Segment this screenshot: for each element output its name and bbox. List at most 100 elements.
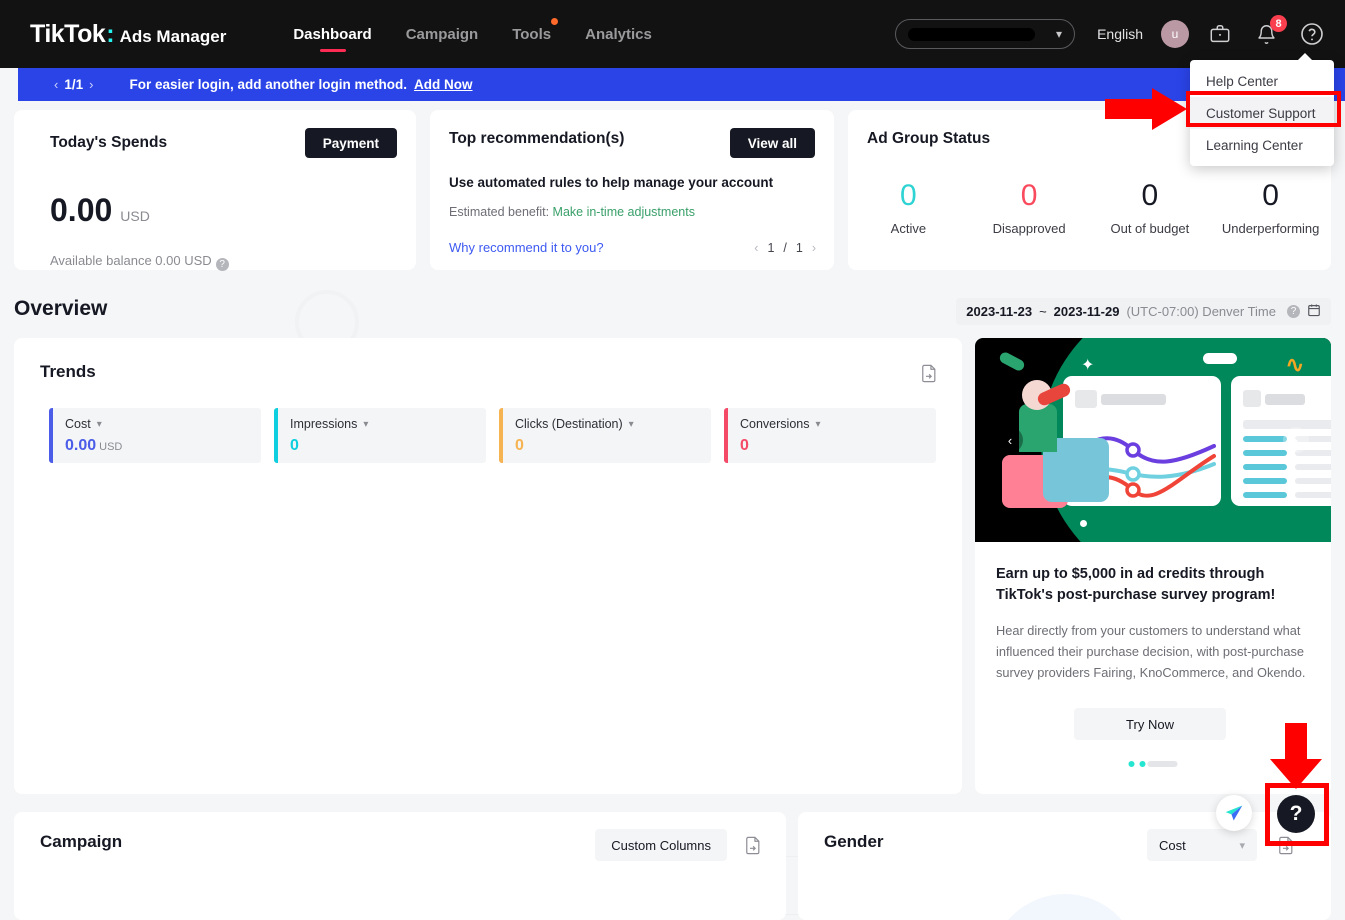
- recommendation-pager: ‹ 1 / 1 ›: [754, 241, 816, 255]
- rec-prev-button[interactable]: ‹: [754, 241, 758, 255]
- campaign-export-document-icon[interactable]: [745, 836, 762, 860]
- date-end: 2023-11-29: [1053, 304, 1120, 319]
- metric-tile-conversions-value: 0: [740, 437, 749, 454]
- trends-metric-tiles: Cost ▾ 0.00 USD Impressions ▾ 0 Clicks (D…: [49, 408, 936, 463]
- chevron-down-icon[interactable]: ▾: [97, 419, 102, 430]
- promo-settings-card: [1231, 376, 1331, 506]
- status-metric-disapproved: 0 Disapproved: [969, 175, 1090, 236]
- view-all-button[interactable]: View all: [729, 128, 815, 158]
- brand-logo[interactable]: TikTok : Ads Manager: [30, 20, 226, 49]
- nav-label-tools: Tools: [512, 25, 552, 43]
- language-selector[interactable]: English: [1097, 26, 1143, 42]
- bell-icon[interactable]: 8: [1251, 15, 1287, 49]
- promo-next-button[interactable]: ›: [1283, 427, 1309, 453]
- ad-group-status-title: Ad Group Status: [867, 130, 991, 147]
- metric-tile-impressions-label-row: Impressions ▾: [290, 417, 486, 431]
- promo-dot-shape: [1080, 520, 1087, 527]
- date-separator: ~: [1039, 304, 1047, 319]
- calendar-icon[interactable]: [1307, 303, 1321, 320]
- sparkle-icon: ✦: [1081, 357, 1095, 374]
- nav-item-analytics[interactable]: Analytics: [585, 0, 652, 68]
- help-menu-item-learning-center[interactable]: Learning Center: [1190, 129, 1334, 161]
- tools-notification-dot-icon: [551, 18, 559, 25]
- chevron-down-icon: ▾: [1239, 839, 1245, 852]
- help-dropdown-menu: Help Center Customer Support Learning Ce…: [1190, 53, 1334, 166]
- trends-panel: Trends Cost ▾ 0.00 USD Impressions ▾ 0 C…: [14, 338, 962, 915]
- help-question-icon[interactable]: [1297, 19, 1327, 49]
- chevron-down-icon[interactable]: ▾: [363, 419, 368, 430]
- nav-item-dashboard[interactable]: Dashboard: [293, 0, 371, 68]
- metric-tile-clicks-value: 0: [515, 437, 524, 454]
- metric-tile-conversions-label: Conversions: [740, 417, 810, 431]
- promo-pill-shape: [1203, 353, 1237, 364]
- carousel-progress-bar: [1147, 761, 1178, 767]
- metric-tile-impressions[interactable]: Impressions ▾ 0: [274, 408, 486, 463]
- date-range-picker[interactable]: 2023-11-23 ~ 2023-11-29 (UTC-07:00) Denv…: [956, 298, 1331, 325]
- underperforming-count: 0: [1262, 179, 1279, 212]
- rec-page-total: 1: [795, 241, 803, 255]
- metric-tile-cost-label: Cost: [65, 417, 91, 431]
- brand-colon: :: [106, 19, 115, 48]
- promo-heading: Earn up to $5,000 in ad credits through …: [996, 566, 1276, 603]
- notification-badge: 8: [1270, 15, 1287, 32]
- notice-message: For easier login, add another login meth…: [129, 77, 408, 92]
- rec-next-button[interactable]: ›: [812, 241, 816, 255]
- out-of-budget-count: 0: [1141, 179, 1159, 212]
- metric-tile-conversions[interactable]: Conversions ▾ 0: [724, 408, 936, 463]
- chevron-down-icon[interactable]: ▾: [629, 419, 634, 430]
- paper-plane-icon[interactable]: [1216, 795, 1252, 831]
- payment-button[interactable]: Payment: [304, 128, 397, 158]
- chevron-down-icon: ▾: [1056, 27, 1063, 41]
- custom-columns-button[interactable]: Custom Columns: [595, 829, 727, 861]
- benefit-label: Estimated benefit:: [449, 205, 553, 219]
- metric-tile-clicks[interactable]: Clicks (Destination) ▾ 0: [499, 408, 711, 463]
- notice-prev-button[interactable]: ‹: [54, 77, 58, 92]
- metric-tile-impressions-value: 0: [290, 437, 299, 454]
- recommendation-benefit: Estimated benefit: Make in-time adjustme…: [449, 205, 695, 219]
- promo-illustration: ✦ ∿ ‹ ›: [975, 338, 1331, 542]
- recommendation-headline: Use automated rules to help manage your …: [449, 175, 774, 190]
- status-metric-active: 0 Active: [848, 175, 969, 236]
- help-menu-item-help-center[interactable]: Help Center: [1190, 65, 1334, 97]
- add-now-link[interactable]: Add Now: [414, 77, 473, 92]
- trends-export-document-icon[interactable]: [921, 364, 938, 388]
- gender-metric-select[interactable]: Cost ▾: [1147, 829, 1257, 861]
- why-recommend-link[interactable]: Why recommend it to you?: [449, 240, 604, 255]
- rec-page-sep: /: [783, 241, 787, 255]
- carousel-dot-1[interactable]: [1128, 761, 1135, 767]
- status-metric-out-of-budget: 0 Out of budget: [1090, 175, 1211, 236]
- status-metric-underperforming: 0 Underperforming: [1210, 175, 1331, 236]
- customer-support-label: Customer Support: [1206, 105, 1316, 121]
- help-menu-item-customer-support[interactable]: Customer Support: [1190, 97, 1334, 129]
- help-center-label: Help Center: [1206, 73, 1279, 89]
- chevron-down-icon[interactable]: ▾: [815, 419, 820, 430]
- nav-item-tools[interactable]: Tools: [512, 0, 559, 68]
- notice-next-button[interactable]: ›: [89, 77, 93, 92]
- campaign-panel: Campaign Custom Columns: [14, 812, 786, 920]
- available-balance-text: Available balance 0.00 USD: [50, 253, 212, 268]
- account-selector[interactable]: ▾: [895, 19, 1076, 49]
- nav-item-campaign[interactable]: Campaign: [406, 0, 479, 68]
- recommendations-title: Top recommendation(s): [449, 130, 625, 147]
- promo-prev-button[interactable]: ‹: [997, 427, 1023, 453]
- todays-spends-value: 0.00 USD: [50, 192, 150, 229]
- disapproved-label: Disapproved: [992, 221, 1066, 236]
- avatar[interactable]: u: [1161, 20, 1189, 48]
- floating-help-button[interactable]: ?: [1277, 795, 1315, 833]
- carousel-dot-2[interactable]: [1139, 761, 1146, 767]
- page-root: TikTok : Ads Manager Dashboard Campaign …: [0, 0, 1345, 920]
- account-name-redacted: [908, 27, 1036, 41]
- brand-name: TikTok: [30, 19, 106, 48]
- metric-tile-clicks-label: Clicks (Destination): [515, 417, 623, 431]
- nav-right-group: ▾ English u 8: [895, 15, 1327, 49]
- active-label: Active: [890, 221, 927, 236]
- promo-body-text: Hear directly from your customers to und…: [996, 623, 1306, 680]
- briefcase-icon[interactable]: [1205, 19, 1235, 49]
- balance-info-icon[interactable]: ?: [215, 258, 229, 271]
- gender-export-document-icon[interactable]: [1278, 836, 1295, 860]
- overview-title: Overview: [14, 297, 108, 320]
- timezone-info-icon[interactable]: ?: [1287, 305, 1300, 318]
- rec-page-current: 1: [767, 241, 775, 255]
- metric-tile-cost[interactable]: Cost ▾ 0.00 USD: [49, 408, 261, 463]
- try-now-button[interactable]: Try Now: [1074, 708, 1226, 740]
